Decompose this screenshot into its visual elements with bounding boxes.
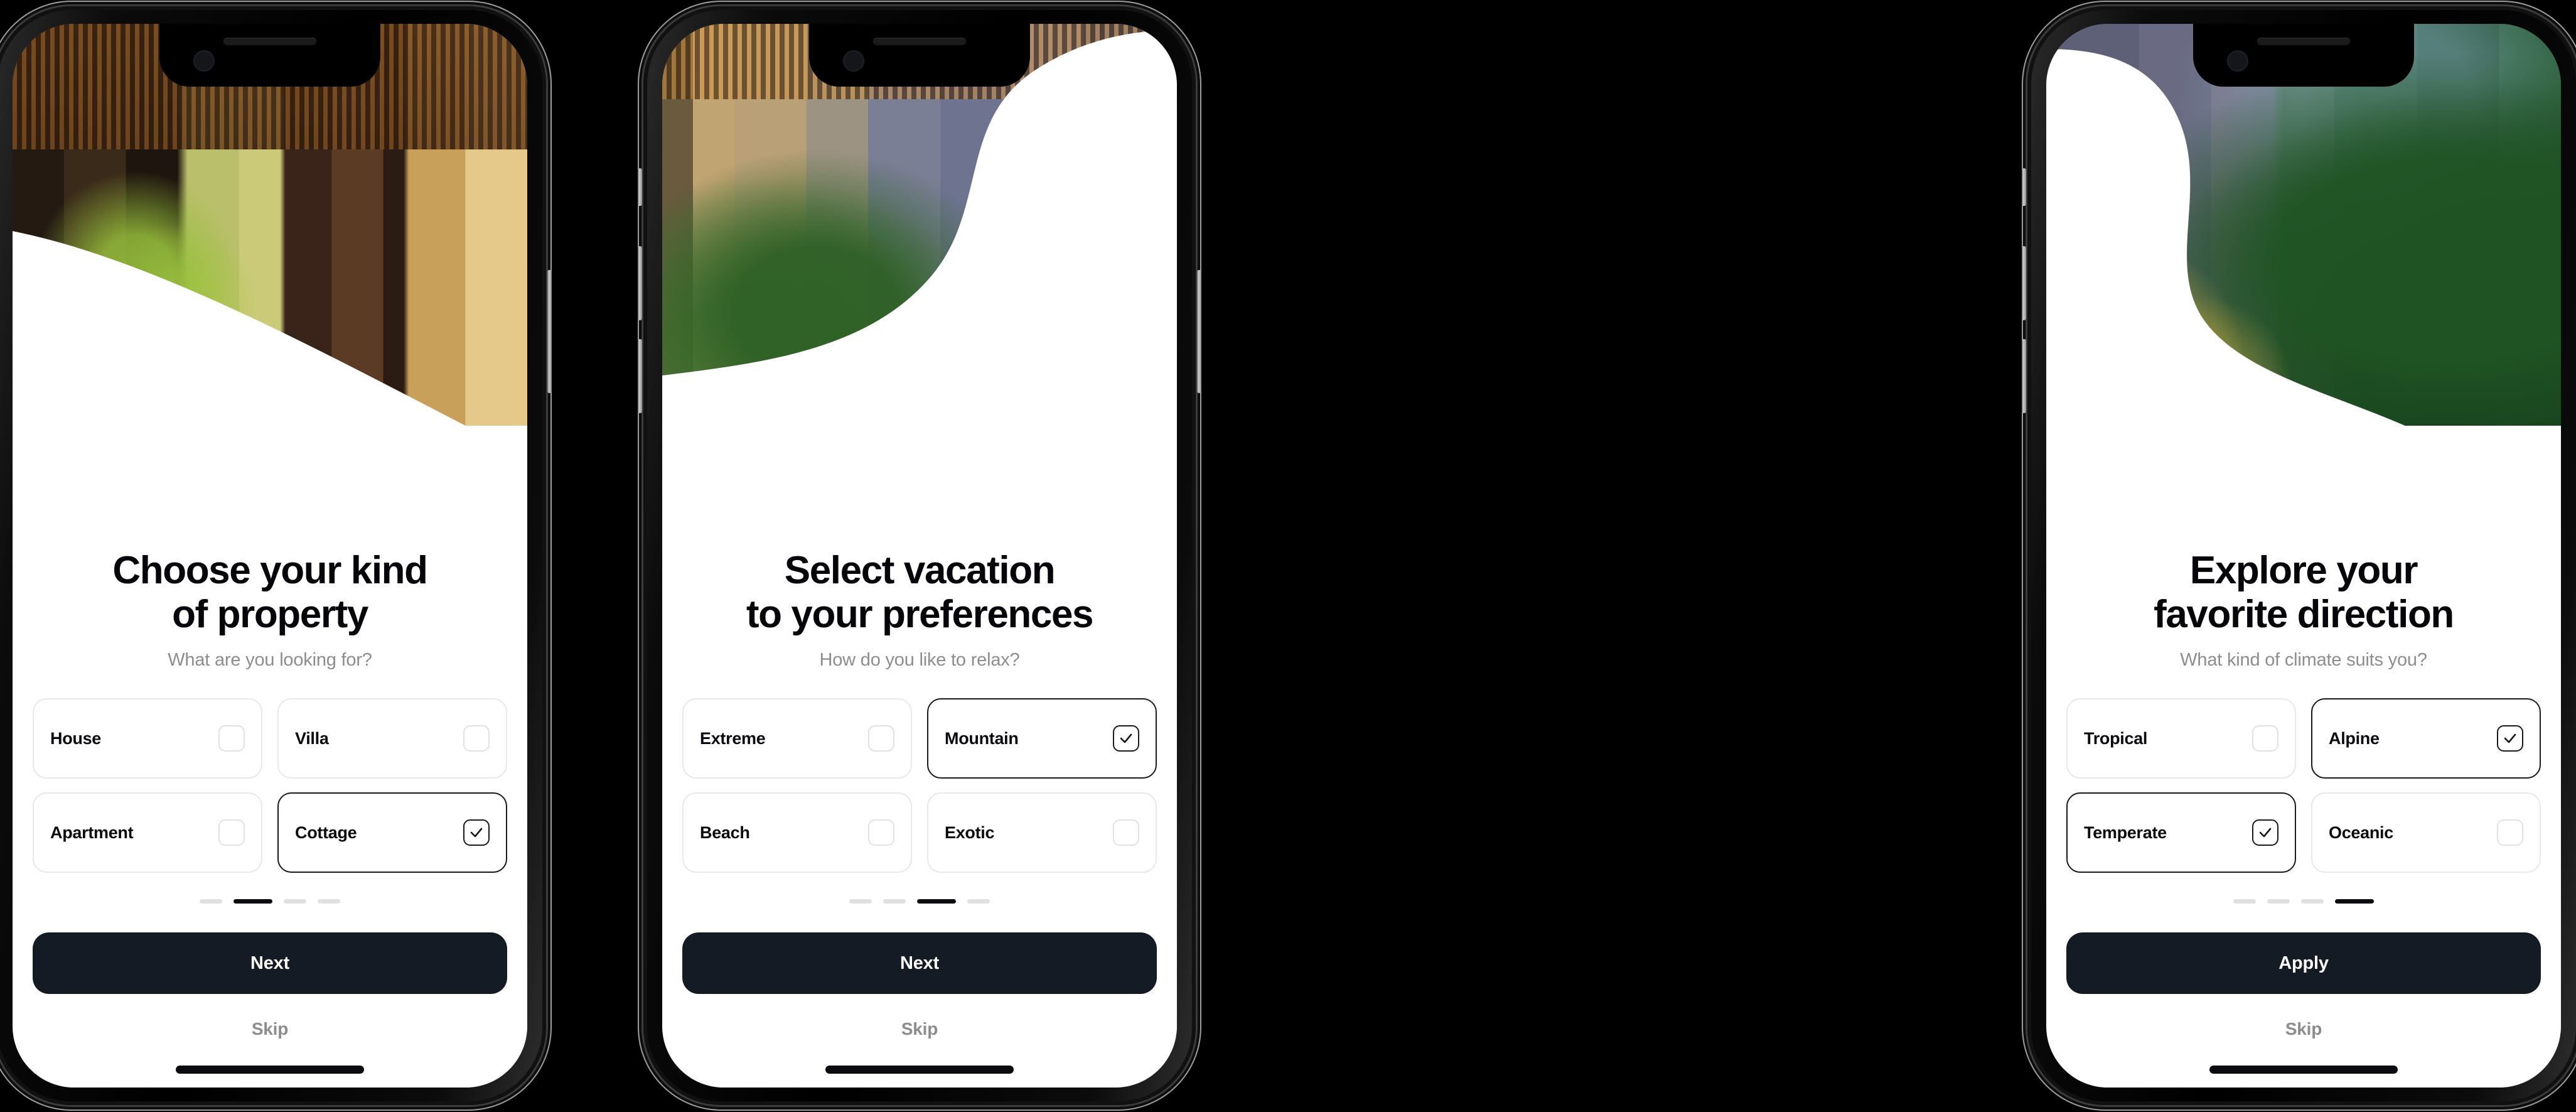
- phone-screen-3: Explore your favorite direction What kin…: [2046, 24, 2561, 1088]
- option-card-beach[interactable]: Beach: [682, 792, 912, 873]
- skip-link[interactable]: Skip: [33, 1019, 507, 1039]
- option-card-temperate[interactable]: Temperate: [2066, 792, 2296, 873]
- pagination-indicator: [2066, 899, 2541, 904]
- checkbox-unchecked-icon[interactable]: [1113, 819, 1139, 846]
- pagination-dash[interactable]: [2301, 899, 2324, 904]
- option-label: Mountain: [945, 728, 1019, 748]
- front-camera-icon: [193, 50, 215, 72]
- option-card-house[interactable]: House: [33, 698, 262, 779]
- checkbox-unchecked-icon[interactable]: [218, 725, 245, 752]
- volume-down-button[interactable]: [2022, 339, 2026, 413]
- option-label: Tropical: [2084, 728, 2148, 748]
- earpiece-speaker-icon: [2257, 38, 2350, 45]
- phone-notch: [809, 24, 1030, 87]
- page-subtitle: What are you looking for?: [168, 650, 372, 670]
- next-button[interactable]: Next: [33, 932, 507, 994]
- pagination-dash[interactable]: [2233, 899, 2256, 904]
- option-card-villa[interactable]: Villa: [277, 698, 507, 779]
- pagination-indicator: [33, 899, 507, 904]
- screen-content-3: Explore your favorite direction What kin…: [2046, 549, 2561, 1088]
- home-indicator[interactable]: [2209, 1066, 2398, 1074]
- screen-content-1: Choose your kind of property What are yo…: [13, 549, 527, 1088]
- checkbox-unchecked-icon[interactable]: [868, 725, 894, 752]
- option-label: House: [50, 728, 102, 748]
- option-card-apartment[interactable]: Apartment: [33, 792, 262, 873]
- checkbox-checked-icon[interactable]: [463, 819, 490, 846]
- phone-screen-2: Select vacation to your preferences How …: [662, 24, 1177, 1088]
- page-title: Choose your kind of property: [112, 549, 428, 636]
- skip-link[interactable]: Skip: [682, 1019, 1157, 1039]
- option-label: Cottage: [295, 823, 357, 842]
- pagination-dash[interactable]: [2267, 899, 2290, 904]
- phone-notch: [2193, 24, 2414, 87]
- checkbox-unchecked-icon[interactable]: [2497, 819, 2523, 846]
- phone-mockup-1: Choose your kind of property What are yo…: [0, 0, 552, 1112]
- checkbox-unchecked-icon[interactable]: [463, 725, 490, 752]
- option-label: Villa: [295, 728, 329, 748]
- checkbox-unchecked-icon[interactable]: [868, 819, 894, 846]
- pagination-indicator: [682, 899, 1157, 904]
- pagination-dash[interactable]: [967, 899, 990, 904]
- volume-down-button[interactable]: [638, 339, 642, 413]
- checkbox-checked-icon[interactable]: [2252, 819, 2278, 846]
- pagination-dash-active[interactable]: [233, 899, 272, 904]
- option-grid: House Villa Apartment Cottage: [33, 698, 507, 873]
- option-grid: Tropical Alpine Temperate Oceanic: [2066, 698, 2541, 873]
- volume-up-button[interactable]: [638, 246, 642, 320]
- pagination-dash-active[interactable]: [917, 899, 956, 904]
- screen-content-2: Select vacation to your preferences How …: [662, 549, 1177, 1088]
- home-indicator[interactable]: [825, 1066, 1014, 1074]
- option-card-extreme[interactable]: Extreme: [682, 698, 912, 779]
- option-card-cottage[interactable]: Cottage: [277, 792, 507, 873]
- power-button[interactable]: [547, 270, 552, 393]
- option-card-mountain[interactable]: Mountain: [927, 698, 1157, 779]
- checkbox-checked-icon[interactable]: [1113, 725, 1139, 752]
- pagination-dash-active[interactable]: [2335, 899, 2374, 904]
- page-title: Select vacation to your preferences: [746, 549, 1094, 636]
- screenshot-stage: Choose your kind of property What are yo…: [0, 0, 2576, 1112]
- option-label: Oceanic: [2329, 823, 2393, 842]
- option-label: Extreme: [700, 728, 766, 748]
- option-card-alpine[interactable]: Alpine: [2311, 698, 2541, 779]
- apply-button[interactable]: Apply: [2066, 932, 2541, 994]
- pagination-dash[interactable]: [883, 899, 906, 904]
- next-button[interactable]: Next: [682, 932, 1157, 994]
- phone-mockup-3: Explore your favorite direction What kin…: [2022, 0, 2576, 1112]
- pagination-dash[interactable]: [318, 899, 340, 904]
- silent-switch[interactable]: [638, 168, 642, 206]
- pagination-dash[interactable]: [200, 899, 222, 904]
- option-label: Apartment: [50, 823, 134, 842]
- checkbox-unchecked-icon[interactable]: [218, 819, 245, 846]
- pagination-dash[interactable]: [284, 899, 306, 904]
- page-subtitle: How do you like to relax?: [819, 650, 1020, 670]
- silent-switch[interactable]: [2022, 168, 2026, 206]
- home-indicator[interactable]: [176, 1066, 364, 1074]
- checkbox-checked-icon[interactable]: [2497, 725, 2523, 752]
- option-card-oceanic[interactable]: Oceanic: [2311, 792, 2541, 873]
- option-label: Beach: [700, 823, 750, 842]
- option-grid: Extreme Mountain Beach Exotic: [682, 698, 1157, 873]
- pagination-dash[interactable]: [849, 899, 872, 904]
- checkbox-unchecked-icon[interactable]: [2252, 725, 2278, 752]
- skip-link[interactable]: Skip: [2066, 1019, 2541, 1039]
- front-camera-icon: [2227, 50, 2248, 72]
- phone-notch: [159, 24, 380, 87]
- phone-mockup-2: Select vacation to your preferences How …: [638, 0, 1201, 1112]
- power-button[interactable]: [1197, 270, 1201, 393]
- option-label: Temperate: [2084, 823, 2167, 842]
- volume-up-button[interactable]: [2022, 246, 2026, 320]
- option-label: Exotic: [945, 823, 995, 842]
- page-title: Explore your favorite direction: [2154, 549, 2454, 636]
- option-card-tropical[interactable]: Tropical: [2066, 698, 2296, 779]
- earpiece-speaker-icon: [223, 38, 316, 45]
- option-label: Alpine: [2329, 728, 2380, 748]
- phone-screen-1: Choose your kind of property What are yo…: [13, 24, 527, 1088]
- page-subtitle: What kind of climate suits you?: [2180, 650, 2427, 670]
- earpiece-speaker-icon: [873, 38, 966, 45]
- option-card-exotic[interactable]: Exotic: [927, 792, 1157, 873]
- front-camera-icon: [843, 50, 864, 72]
